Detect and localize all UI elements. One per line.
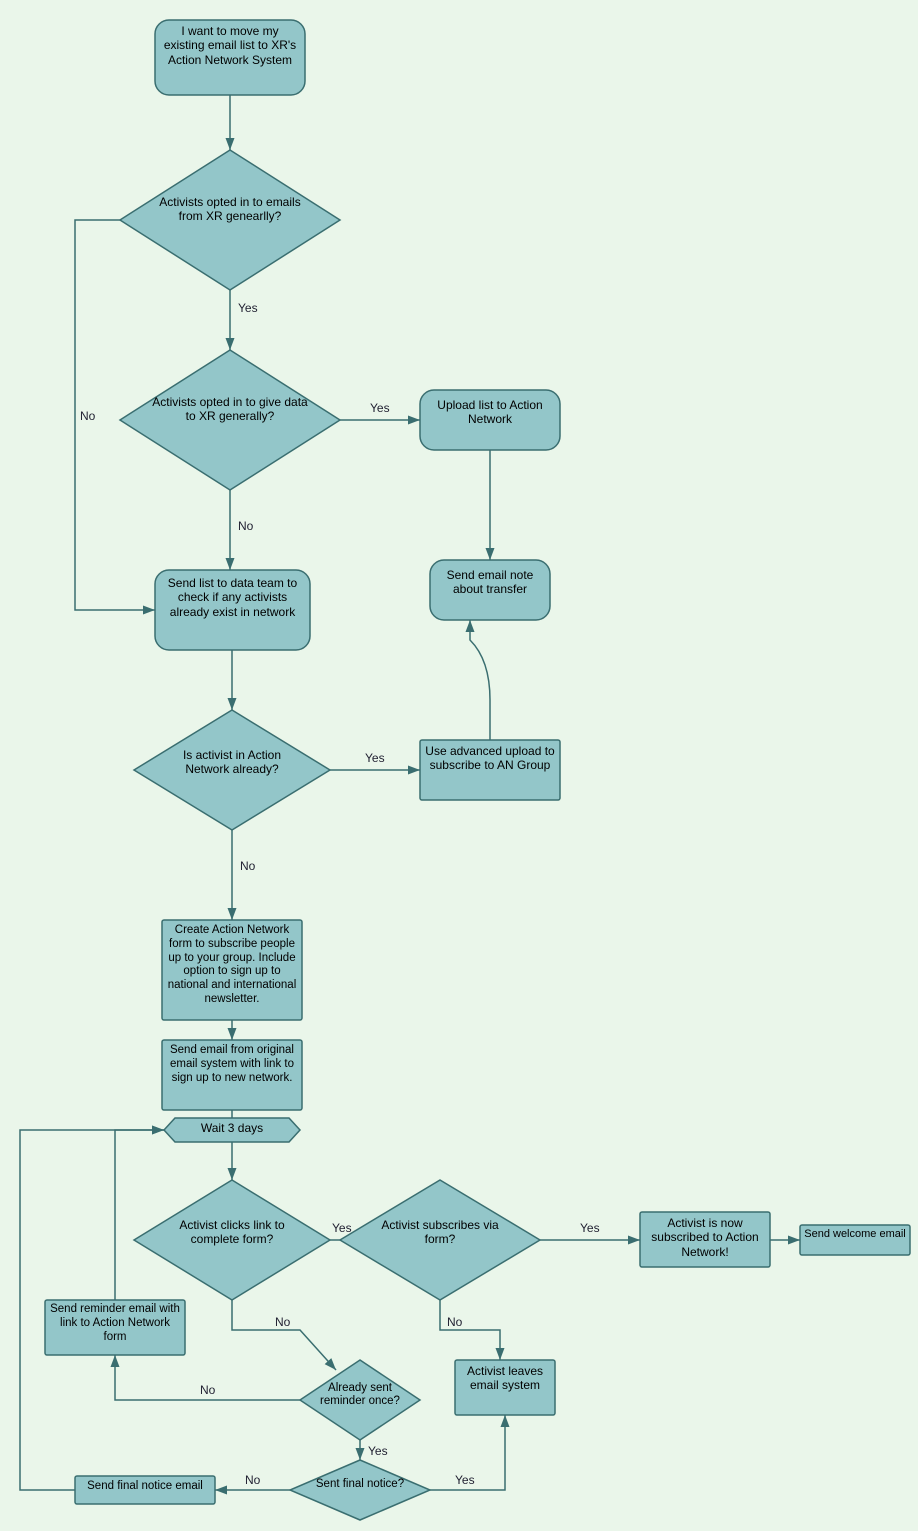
node-already-sent-text: Already sent reminder once? <box>316 1382 404 1408</box>
node-opted-data: Activists opted in to give data to XR ge… <box>120 350 340 490</box>
node-already-sent: Already sent reminder once? <box>300 1360 420 1440</box>
node-is-in-an-text: Is activist in Action Network already? <box>165 748 299 777</box>
node-start: I want to move my existing email list to… <box>155 20 305 95</box>
node-send-note: Send email note about transfer <box>430 560 550 620</box>
node-now-sub-text: Activist is now subscribed to Action Net… <box>645 1216 765 1259</box>
node-send-final: Send final notice email <box>75 1476 215 1504</box>
node-welcome: Send welcome email <box>800 1225 910 1255</box>
label-no-7: No <box>245 1473 261 1487</box>
node-wait-3-days: Wait 3 days <box>164 1118 300 1142</box>
label-yes-7: Yes <box>455 1473 475 1487</box>
label-no-5: No <box>447 1315 463 1329</box>
node-send-data-team-text: Send list to data team to check if any a… <box>160 576 305 619</box>
label-no-4: No <box>275 1315 291 1329</box>
label-no-3: No <box>240 859 256 873</box>
node-start-text: I want to move my existing email list to… <box>160 22 300 67</box>
node-upload-list-text: Upload list to Action Network <box>425 398 555 427</box>
node-clicks-link: Activist clicks link to complete form? <box>134 1180 330 1300</box>
node-sent-final: Sent final notice? <box>290 1460 430 1520</box>
node-leaves-text: Activist leaves email system <box>459 1364 551 1393</box>
node-send-final-text: Send final notice email <box>78 1480 212 1492</box>
node-is-in-an: Is activist in Action Network already? <box>134 710 330 830</box>
node-reminder-text: Send reminder email with link to Action … <box>50 1303 180 1344</box>
label-no-6: No <box>200 1383 216 1397</box>
label-yes-2: Yes <box>370 401 390 415</box>
node-send-email-text: Send email from original email system wi… <box>166 1044 298 1085</box>
node-leaves: Activist leaves email system <box>455 1360 555 1415</box>
node-upload-list: Upload list to Action Network <box>420 390 560 450</box>
node-opted-emails-text: Activists opted in to emails from XR gen… <box>150 195 310 224</box>
node-reminder: Send reminder email with link to Action … <box>45 1300 185 1355</box>
label-yes-5: Yes <box>580 1221 600 1235</box>
node-wait-text: Wait 3 days <box>180 1120 284 1137</box>
label-yes: Yes <box>238 301 258 315</box>
flowchart-canvas: I want to move my existing email list to… <box>0 0 918 1531</box>
node-opted-emails: Activists opted in to emails from XR gen… <box>120 150 340 290</box>
label-yes-4: Yes <box>332 1221 352 1235</box>
label-yes-6: Yes <box>368 1444 388 1458</box>
label-yes-3: Yes <box>365 751 385 765</box>
node-sent-final-text: Sent final notice? <box>314 1478 406 1491</box>
node-adv-upload: Use advanced upload to subscribe to AN G… <box>420 740 560 800</box>
node-subscribes: Activist subscribes via form? <box>340 1180 540 1300</box>
node-send-email: Send email from original email system wi… <box>162 1040 302 1110</box>
node-opted-data-text: Activists opted in to give data to XR ge… <box>150 395 310 424</box>
label-no-2: No <box>238 519 254 533</box>
node-send-data-team: Send list to data team to check if any a… <box>155 570 310 650</box>
node-create-form: Create Action Network form to subscribe … <box>162 920 302 1020</box>
node-send-note-text: Send email note about transfer <box>435 568 545 597</box>
node-subscribes-text: Activist subscribes via form? <box>380 1218 500 1247</box>
node-welcome-text: Send welcome email <box>803 1228 907 1241</box>
label-no: No <box>80 409 96 423</box>
node-create-form-text: Create Action Network form to subscribe … <box>166 924 298 1007</box>
node-clicks-text: Activist clicks link to complete form? <box>172 1218 292 1247</box>
node-now-subscribed: Activist is now subscribed to Action Net… <box>640 1212 770 1267</box>
node-adv-upload-text: Use advanced upload to subscribe to AN G… <box>425 744 555 773</box>
